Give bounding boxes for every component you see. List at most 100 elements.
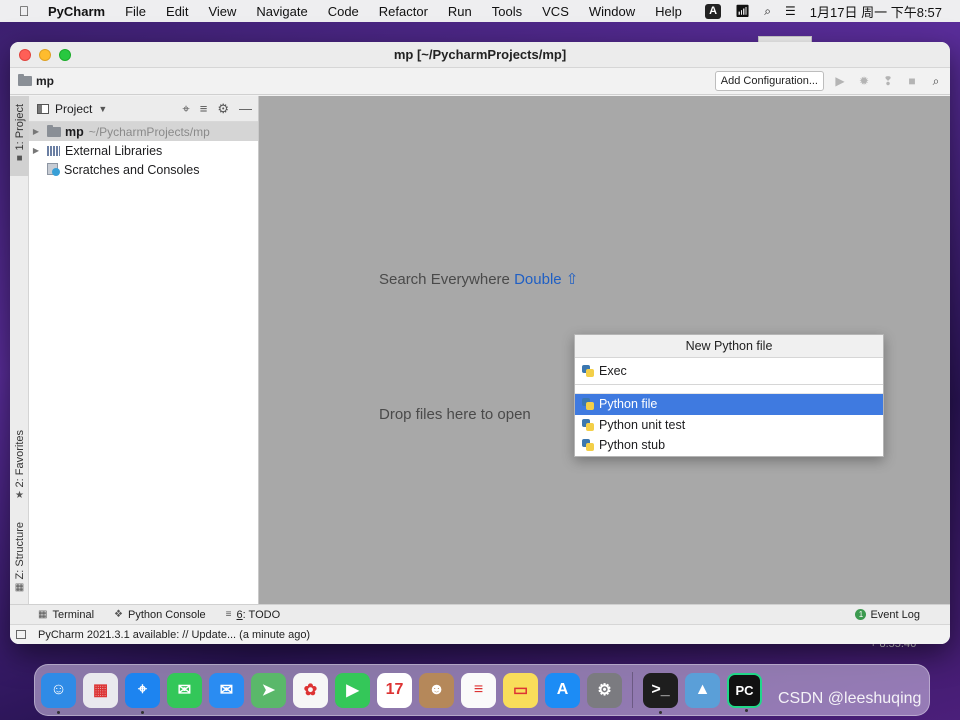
debug-icon[interactable]: ✹ — [856, 74, 872, 88]
tab-favorites-label: 2: Favorites — [13, 430, 26, 488]
menu-code[interactable]: Code — [318, 4, 369, 19]
dock-app-system-preferences[interactable]: ⚙ — [587, 672, 622, 708]
dock-app-reminders[interactable]: ≡ — [461, 672, 496, 708]
hide-panel-icon[interactable]: — — [239, 101, 252, 117]
tree-item-path: ~/PycharmProjects/mp — [88, 124, 210, 139]
folder-icon — [47, 124, 61, 137]
status-message[interactable]: PyCharm 2021.3.1 available: // Update...… — [38, 629, 310, 641]
messages-icon: ✉ — [177, 682, 192, 699]
menu-view[interactable]: View — [198, 4, 246, 19]
project-tool-window: Project ▼ ⌖ ≡ ⚙ — ▶ mp ~/PycharmProjects… — [29, 96, 259, 604]
tool-terminal-label: Terminal — [52, 608, 95, 621]
editor-empty-area[interactable]: Search Everywhere Double ⇧ Drop files he… — [259, 96, 950, 604]
dock-app-safari[interactable]: ⌖ — [125, 672, 160, 714]
control-center-icon[interactable]: ☰ — [785, 4, 796, 18]
pycharm-icon: PC — [735, 682, 754, 698]
menu-edit[interactable]: Edit — [156, 4, 198, 19]
window-titlebar[interactable]: mp [~/PycharmProjects/mp] — [10, 42, 950, 68]
menu-navigate[interactable]: Navigate — [246, 4, 317, 19]
dock-app-mail[interactable]: ✉ — [209, 672, 244, 708]
menu-tools[interactable]: Tools — [482, 4, 532, 19]
python-console-icon: ❖ — [114, 609, 123, 620]
popup-item-python-file[interactable]: Python file — [575, 394, 883, 415]
terminal-icon: >_ — [651, 681, 670, 698]
tool-todo[interactable]: ≡ 6: TODO — [226, 609, 280, 621]
dock-app-maps[interactable]: ➤ — [251, 672, 286, 708]
popup-item-python-unit-test[interactable]: Python unit test — [575, 415, 883, 436]
zoom-window-icon[interactable] — [59, 49, 71, 61]
expand-arrow-icon[interactable]: ▶ — [29, 127, 43, 136]
collapse-all-icon[interactable]: ≡ — [200, 101, 208, 117]
mail-icon: ✉ — [219, 682, 234, 699]
file-name-input[interactable]: Exec — [575, 358, 883, 385]
menu-help[interactable]: Help — [645, 4, 692, 19]
close-window-icon[interactable] — [19, 49, 31, 61]
menu-bar-clock[interactable]: 1月17日 周一 下午8:57 — [810, 2, 942, 21]
search-everywhere-hint: Search Everywhere Double ⇧ — [379, 270, 578, 288]
gear-icon[interactable]: ⚙ — [217, 101, 229, 117]
menu-app-pycharm[interactable]: PyCharm — [48, 4, 115, 19]
tab-favorites[interactable]: 2: Favorites ★ — [10, 426, 29, 506]
python-file-icon — [582, 365, 594, 377]
navigation-bar: mp Add Configuration... ▶ ✹ ❢ ■ ⌕ — [10, 68, 950, 95]
tree-item-scratches[interactable]: Scratches and Consoles — [29, 160, 258, 179]
add-configuration-button[interactable]: Add Configuration... — [714, 71, 824, 91]
menu-run[interactable]: Run — [438, 4, 482, 19]
library-icon — [47, 145, 60, 156]
dock-app-photos[interactable]: ✿ — [293, 672, 328, 708]
dock-app-pycharm[interactable]: PC — [727, 672, 762, 712]
tree-item-external-libraries[interactable]: ▶ External Libraries — [29, 141, 258, 160]
menu-window[interactable]: Window — [579, 4, 645, 19]
input-method-icon[interactable]: A — [705, 3, 722, 19]
tool-terminal[interactable]: ▦ Terminal — [38, 609, 94, 621]
tool-todo-label: : TODO — [242, 608, 281, 621]
running-indicator — [659, 710, 662, 714]
tree-item-project-root[interactable]: ▶ mp ~/PycharmProjects/mp — [29, 122, 258, 141]
csdn-watermark: CSDN @leeshuqing — [778, 690, 922, 707]
menu-refactor[interactable]: Refactor — [369, 4, 438, 19]
search-everywhere-icon[interactable]: ⌕ — [928, 74, 944, 89]
apple-menu-icon[interactable]:  — [0, 3, 48, 19]
dock-app-app-store[interactable]: A — [545, 672, 580, 708]
dock-app-notes[interactable]: ▭ — [503, 672, 538, 708]
tree-item-label: mp — [65, 124, 84, 139]
dock-app-preview[interactable]: ▲ — [685, 672, 720, 708]
expand-arrow-icon[interactable]: ▶ — [29, 146, 43, 155]
menu-file[interactable]: File — [115, 4, 156, 19]
chevron-down-icon[interactable]: ▼ — [98, 104, 107, 114]
toggle-tool-windows-icon[interactable] — [16, 630, 26, 639]
tab-project[interactable]: 1: Project ■ — [10, 96, 29, 176]
stop-icon[interactable]: ■ — [904, 74, 920, 88]
popup-divider — [575, 385, 883, 394]
dock-app-launchpad[interactable]: ▦ — [83, 672, 118, 708]
locate-file-icon[interactable]: ⌖ — [182, 101, 189, 117]
dock-app-messages[interactable]: ✉ — [167, 672, 202, 708]
menu-vcs[interactable]: VCS — [532, 4, 579, 19]
spotlight-search-icon[interactable]: ⌕ — [764, 4, 771, 19]
file-name-value[interactable]: Exec — [599, 364, 627, 378]
popup-item-python-stub[interactable]: Python stub — [575, 435, 883, 456]
scratches-icon — [47, 163, 60, 176]
tab-structure[interactable]: Z: Structure ▦ — [10, 520, 29, 600]
popup-item-label: Python stub — [599, 438, 666, 453]
dock-app-finder[interactable]: ☺ — [41, 672, 76, 714]
minimize-window-icon[interactable] — [39, 49, 51, 61]
coverage-icon[interactable]: ❢ — [880, 74, 896, 88]
dock-app-contacts[interactable]: ☻ — [419, 672, 454, 708]
dock-app-facetime[interactable]: ▶ — [335, 672, 370, 708]
run-icon[interactable]: ▶ — [832, 74, 848, 88]
dock-app-calendar[interactable]: 17 — [377, 672, 412, 708]
new-python-file-popup: New Python file Exec Python file Python … — [574, 334, 884, 457]
breadcrumb-project[interactable]: mp — [36, 74, 54, 88]
project-view-selector[interactable]: Project — [55, 102, 92, 116]
tool-python-console[interactable]: ❖ Python Console — [114, 609, 206, 621]
project-panel-header: Project ▼ ⌖ ≡ ⚙ — — [29, 96, 258, 122]
wifi-icon[interactable]: 📶︎ — [735, 4, 750, 18]
launchpad-icon: ▦ — [92, 682, 109, 699]
dock-app-terminal[interactable]: >_ — [643, 672, 678, 714]
todo-list-icon: ≡ — [225, 609, 232, 620]
tool-event-log[interactable]: 1 Event Log — [855, 609, 920, 621]
running-indicator — [57, 710, 60, 714]
window-title: mp [~/PycharmProjects/mp] — [393, 47, 567, 62]
python-file-icon — [582, 439, 594, 452]
